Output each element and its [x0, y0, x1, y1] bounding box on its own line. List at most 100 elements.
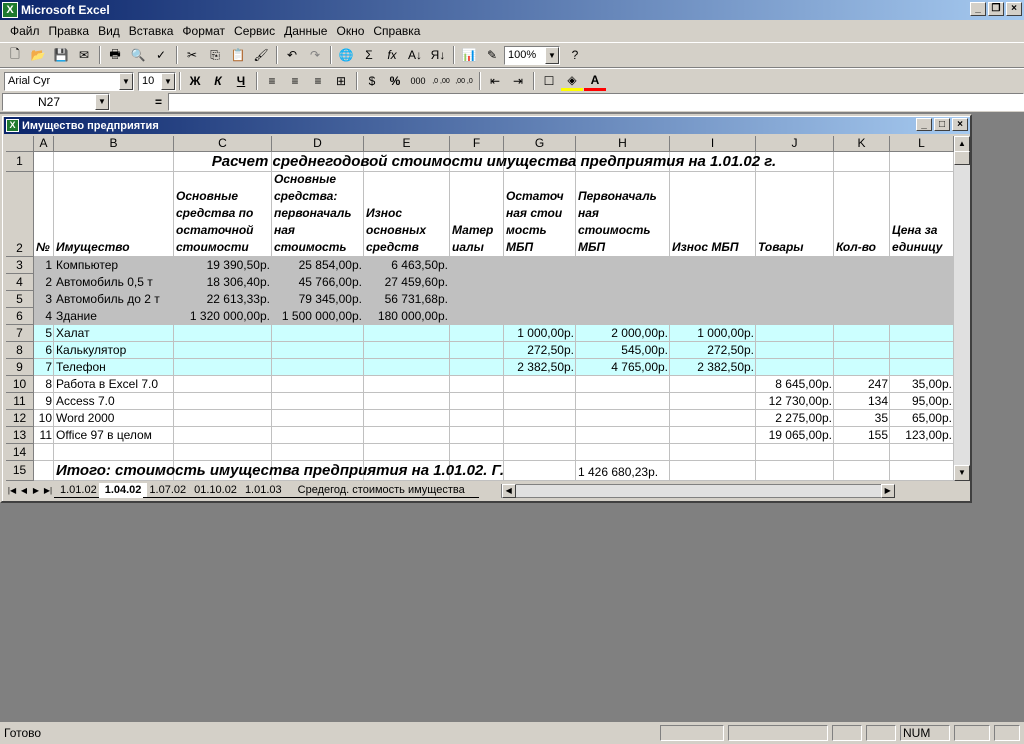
column-header[interactable]: K — [834, 136, 890, 152]
data-cell[interactable]: 8 — [34, 376, 54, 393]
font-select[interactable]: Arial Cyr ▼ — [4, 71, 134, 91]
data-cell[interactable]: 7 — [34, 359, 54, 376]
data-cell[interactable]: 6 — [34, 342, 54, 359]
column-header[interactable]: B — [54, 136, 174, 152]
sort-asc-icon[interactable]: A↓ — [404, 45, 426, 65]
data-cell[interactable]: 12 730,00р. — [756, 393, 834, 410]
data-cell[interactable]: Телефон — [54, 359, 174, 376]
data-cell[interactable]: Здание — [54, 308, 174, 325]
column-header[interactable]: E — [364, 136, 450, 152]
data-cell[interactable]: 10 — [34, 410, 54, 427]
preview-icon[interactable]: 🔍 — [127, 45, 149, 65]
wb-maximize-button[interactable]: □ — [934, 118, 950, 131]
data-cell[interactable]: 8 645,00р. — [756, 376, 834, 393]
last-sheet-icon[interactable]: ▶| — [42, 484, 54, 498]
help-icon[interactable]: ? — [564, 45, 586, 65]
italic-button[interactable]: К — [207, 71, 229, 91]
name-box[interactable]: N27 ▼ — [2, 93, 110, 111]
wb-close-button[interactable]: × — [952, 118, 968, 131]
data-cell[interactable]: 4 765,00р. — [576, 359, 670, 376]
data-cell[interactable]: 11 — [34, 427, 54, 444]
print-icon[interactable]: 🖶 — [104, 45, 126, 65]
spreadsheet-grid[interactable]: A B C D E F G H I J K L 1 2 3 4 5 6 7 8 9 10 11 12 13 14 15 Расчет … — [6, 136, 954, 481]
data-cell[interactable]: Халат — [54, 325, 174, 342]
data-cell[interactable]: 247 — [834, 376, 890, 393]
font-color-icon[interactable]: A — [584, 71, 606, 91]
row-header[interactable]: 4 — [6, 274, 34, 291]
row-header[interactable]: 1 — [6, 152, 34, 172]
data-cell[interactable]: 272,50р. — [670, 342, 756, 359]
sheet-tab[interactable]: 1.07.02 — [143, 483, 193, 498]
close-button[interactable]: × — [1006, 2, 1022, 16]
decrease-decimal-icon[interactable]: ,00 ,0 — [453, 71, 475, 91]
row-header[interactable]: 14 — [6, 444, 34, 461]
data-cell[interactable]: 6 463,50р. — [364, 257, 450, 274]
data-cell[interactable]: 65,00р. — [890, 410, 954, 427]
sheet-tab[interactable]: 1.01.03 — [238, 483, 288, 498]
row-header[interactable]: 15 — [6, 461, 34, 481]
copy-icon[interactable]: ⎘ — [204, 45, 226, 65]
first-sheet-icon[interactable]: |◀ — [6, 484, 18, 498]
data-cell[interactable]: 134 — [834, 393, 890, 410]
chevron-down-icon[interactable]: ▼ — [119, 72, 133, 90]
data-cell[interactable]: 95,00р. — [890, 393, 954, 410]
data-cell[interactable]: 1 — [34, 257, 54, 274]
undo-icon[interactable]: ↶ — [281, 45, 303, 65]
increase-indent-icon[interactable]: ⇥ — [507, 71, 529, 91]
decrease-indent-icon[interactable]: ⇤ — [484, 71, 506, 91]
menu-format[interactable]: Формат — [182, 24, 225, 38]
data-cell[interactable]: 35,00р. — [890, 376, 954, 393]
email-icon[interactable]: ✉ — [73, 45, 95, 65]
data-cell[interactable]: 2 275,00р. — [756, 410, 834, 427]
column-header[interactable]: F — [450, 136, 504, 152]
menu-help[interactable]: Справка — [373, 24, 420, 38]
horizontal-scrollbar[interactable]: ◀ ▶ — [500, 483, 895, 498]
chevron-down-icon[interactable]: ▼ — [95, 94, 109, 110]
formula-input[interactable] — [168, 93, 1024, 111]
menu-data[interactable]: Данные — [284, 24, 327, 38]
data-cell[interactable]: 19 390,50р. — [174, 257, 272, 274]
chart-wizard-icon[interactable]: 📊 — [458, 45, 480, 65]
menu-edit[interactable]: Правка — [49, 24, 90, 38]
bold-button[interactable]: Ж — [184, 71, 206, 91]
row-header[interactable]: 3 — [6, 257, 34, 274]
scroll-thumb[interactable] — [954, 151, 970, 165]
font-size-select[interactable]: 10 ▼ — [138, 71, 176, 91]
row-header[interactable]: 10 — [6, 376, 34, 393]
column-header[interactable]: A — [34, 136, 54, 152]
scroll-up-icon[interactable]: ▲ — [954, 136, 970, 152]
open-icon[interactable]: 📂 — [27, 45, 49, 65]
new-icon[interactable]: 🗋 — [4, 45, 26, 65]
data-cell[interactable]: 180 000,00р. — [364, 308, 450, 325]
percent-icon[interactable]: % — [384, 71, 406, 91]
column-header[interactable]: I — [670, 136, 756, 152]
save-icon[interactable]: 💾 — [50, 45, 72, 65]
row-header[interactable]: 5 — [6, 291, 34, 308]
data-cell[interactable]: 1 000,00р. — [670, 325, 756, 342]
sheet-tab[interactable]: 1.01.02 — [54, 483, 103, 498]
row-header[interactable]: 9 — [6, 359, 34, 376]
menu-window[interactable]: Окно — [336, 24, 364, 38]
thousands-icon[interactable]: 000 — [407, 71, 429, 91]
restore-button[interactable]: ❐ — [988, 2, 1004, 16]
column-header[interactable]: G — [504, 136, 576, 152]
data-cell[interactable]: 1 000,00р. — [504, 325, 576, 342]
data-cell[interactable]: 545,00р. — [576, 342, 670, 359]
row-header[interactable]: 8 — [6, 342, 34, 359]
cut-icon[interactable]: ✂ — [181, 45, 203, 65]
data-cell[interactable]: 45 766,00р. — [272, 274, 364, 291]
sheet-tab-active[interactable]: 1.04.02 — [98, 483, 148, 498]
data-cell[interactable]: 4 — [34, 308, 54, 325]
chevron-down-icon[interactable]: ▼ — [545, 46, 559, 64]
data-cell[interactable]: 5 — [34, 325, 54, 342]
column-header[interactable]: L — [890, 136, 954, 152]
data-cell[interactable]: 2 000,00р. — [576, 325, 670, 342]
chevron-down-icon[interactable]: ▼ — [161, 72, 175, 90]
data-cell[interactable]: 155 — [834, 427, 890, 444]
scroll-left-icon[interactable]: ◀ — [501, 483, 516, 498]
currency-icon[interactable]: $ — [361, 71, 383, 91]
data-cell[interactable]: 1 320 000,00р. — [174, 308, 272, 325]
data-cell[interactable]: 79 345,00р. — [272, 291, 364, 308]
sheet-tab[interactable]: Средегод. стоимость имущества — [283, 483, 479, 498]
data-cell[interactable]: 18 306,40р. — [174, 274, 272, 291]
